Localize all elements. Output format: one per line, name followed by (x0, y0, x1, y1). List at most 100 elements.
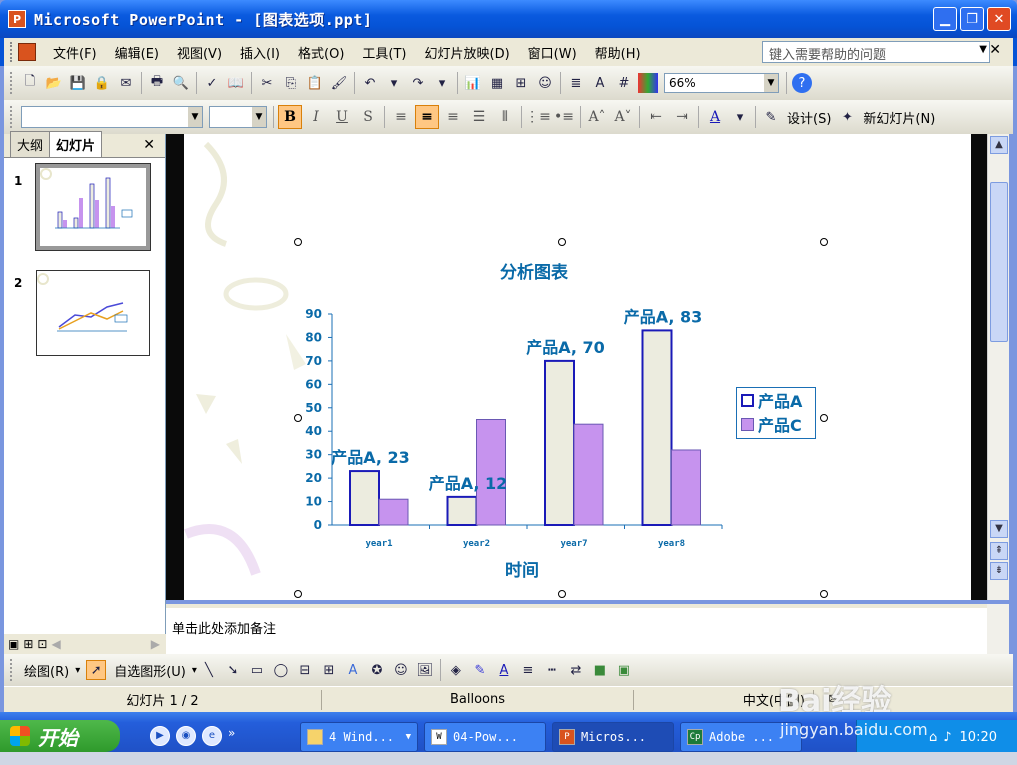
taskbar-item-powerpoint[interactable]: P Micros... (552, 722, 674, 752)
windows-logo-icon (10, 726, 30, 746)
line-icon[interactable]: ╲ (199, 660, 219, 680)
toolbar-grip[interactable] (10, 659, 14, 681)
start-label: 开始 (38, 725, 78, 750)
wordart-icon[interactable]: A (343, 660, 363, 680)
tray-network-icon[interactable]: ⌂ (929, 730, 937, 745)
shadow-style-icon[interactable]: ■ (590, 660, 610, 680)
select-objects-icon[interactable]: ➚ (86, 660, 107, 680)
rectangle-icon[interactable]: ▭ (247, 660, 267, 680)
legend-item-a: 产品A (737, 388, 815, 412)
diagram-icon[interactable]: ✪ (367, 660, 387, 680)
slide-vertical-scrollbar[interactable]: ▲ ▼ ⇞ ⇟ (987, 134, 1009, 600)
clipart-icon[interactable]: ☺ (391, 660, 411, 680)
baidu-url-watermark: jingyan.baidu.com (780, 720, 928, 739)
legend-swatch-a (741, 393, 754, 407)
y-tick-label-0: 0 (314, 518, 322, 532)
taskbar-item-adobe-label: Adobe ... (709, 730, 775, 744)
tray-volume-icon[interactable]: ♪ (943, 730, 951, 745)
arrow-icon[interactable]: ➘ (223, 660, 243, 680)
dash-style-icon[interactable]: ┅ (542, 660, 562, 680)
bar-a-year8 (641, 329, 673, 526)
browser-icon[interactable]: ◉ (176, 726, 196, 746)
status-slide-number: 幻灯片 1 / 2 (4, 689, 322, 710)
line-color-icon[interactable]: ✎ (470, 660, 490, 680)
word-doc-icon: W (431, 729, 447, 745)
next-slide-icon[interactable]: ⇟ (990, 562, 1008, 580)
y-tick-label-60: 60 (305, 377, 322, 391)
bar-c-year1 (378, 498, 409, 526)
y-tick-label-30: 30 (305, 448, 322, 462)
draw-menu-button[interactable]: 绘图(R) (24, 661, 69, 680)
line-style-icon[interactable]: ≡ (518, 660, 538, 680)
y-tick-label-40: 40 (305, 424, 322, 438)
notes-pane[interactable]: 单击此处添加备注 (166, 604, 987, 654)
autoshapes-button[interactable]: 自选图形(U) (114, 661, 186, 680)
legend-item-c: 产品C (737, 412, 815, 436)
fill-color-icon[interactable]: ◈ (446, 660, 466, 680)
legend-label-c: 产品C (758, 416, 802, 435)
oval-icon[interactable]: ◯ (271, 660, 291, 680)
x-axis-title[interactable]: 时间 (505, 556, 539, 581)
taskbar-item-windows-label: 4 Wind... (329, 730, 395, 744)
start-button[interactable]: 开始 (0, 720, 120, 752)
taskbar-item-powerpoint-label: Micros... (581, 730, 647, 744)
quick-launch-more-icon[interactable]: » (228, 726, 235, 746)
internet-explorer-icon[interactable]: e (202, 726, 222, 746)
status-design-template: Balloons (322, 689, 634, 710)
chart-title[interactable]: 分析图表 (500, 258, 568, 283)
notes-scrollbar[interactable] (987, 604, 1009, 654)
previous-slide-icon[interactable]: ⇞ (990, 542, 1008, 560)
bar-a-year1 (349, 470, 380, 527)
y-tick-label-50: 50 (305, 401, 322, 415)
scroll-thumb[interactable] (990, 182, 1008, 342)
bar-a-year7 (544, 359, 575, 526)
autoshapes-dropdown-icon[interactable]: ▾ (192, 665, 197, 676)
scroll-up-icon[interactable]: ▲ (990, 136, 1008, 154)
x-tick-label-year7: year7 (560, 539, 587, 549)
selection-handle-1 (558, 238, 566, 246)
taskbar-item-windows[interactable]: 4 Wind... ▼ (300, 722, 418, 752)
bar-c-year2 (476, 419, 506, 526)
bar-a-year2 (446, 495, 478, 527)
draw-dropdown-icon[interactable]: ▾ (75, 665, 80, 676)
selection-handle-4 (820, 414, 828, 422)
data-label-year1: 产品A, 23 (331, 448, 410, 467)
folder-icon (307, 729, 323, 745)
chart-legend[interactable]: 产品A 产品C (736, 387, 816, 439)
y-tick-label-70: 70 (305, 354, 322, 368)
x-tick-label-year2: year2 (463, 539, 490, 549)
x-tick-label-year8: year8 (658, 539, 685, 549)
textbox-icon[interactable]: ⊟ (295, 660, 315, 680)
y-tick-label-10: 10 (305, 495, 322, 509)
quick-launch: ▶ ◉ e » (150, 726, 235, 746)
notes-placeholder[interactable]: 单击此处添加备注 (172, 618, 276, 637)
y-tick-label-80: 80 (305, 330, 322, 344)
data-label-year8: 产品A, 83 (624, 307, 703, 326)
font-color-draw-icon[interactable]: A (494, 660, 514, 680)
selection-handle-0 (294, 238, 302, 246)
adobe-captivate-icon: Cp (687, 729, 703, 745)
y-tick-label-20: 20 (305, 471, 322, 485)
selection-handle-5 (294, 590, 302, 598)
bar-c-year7 (573, 423, 604, 526)
data-label-year7: 产品A, 70 (526, 338, 605, 357)
taskbar-group-arrow-icon: ▼ (405, 732, 411, 742)
powerpoint-icon: P (559, 729, 575, 745)
taskbar-item-word[interactable]: W 04-Pow... (424, 722, 546, 752)
selection-handle-6 (558, 590, 566, 598)
arrow-style-icon[interactable]: ⇄ (566, 660, 586, 680)
picture-icon[interactable]: 🖼 (415, 660, 435, 680)
scroll-down-icon[interactable]: ▼ (990, 520, 1008, 538)
x-tick-label-year1: year1 (365, 539, 392, 549)
bottom-strip (0, 752, 1017, 765)
vertical-textbox-icon[interactable]: ⊞ (319, 660, 339, 680)
taskbar-item-word-label: 04-Pow... (453, 730, 519, 744)
bar-c-year8 (671, 449, 701, 526)
legend-label-a: 产品A (758, 392, 803, 411)
media-player-icon[interactable]: ▶ (150, 726, 170, 746)
data-label-year2: 产品A, 12 (429, 474, 508, 493)
legend-swatch-c (741, 417, 754, 431)
3d-style-icon[interactable]: ▣ (614, 660, 634, 680)
y-tick-label-90: 90 (305, 307, 322, 321)
clock[interactable]: 10:20 (960, 730, 997, 745)
